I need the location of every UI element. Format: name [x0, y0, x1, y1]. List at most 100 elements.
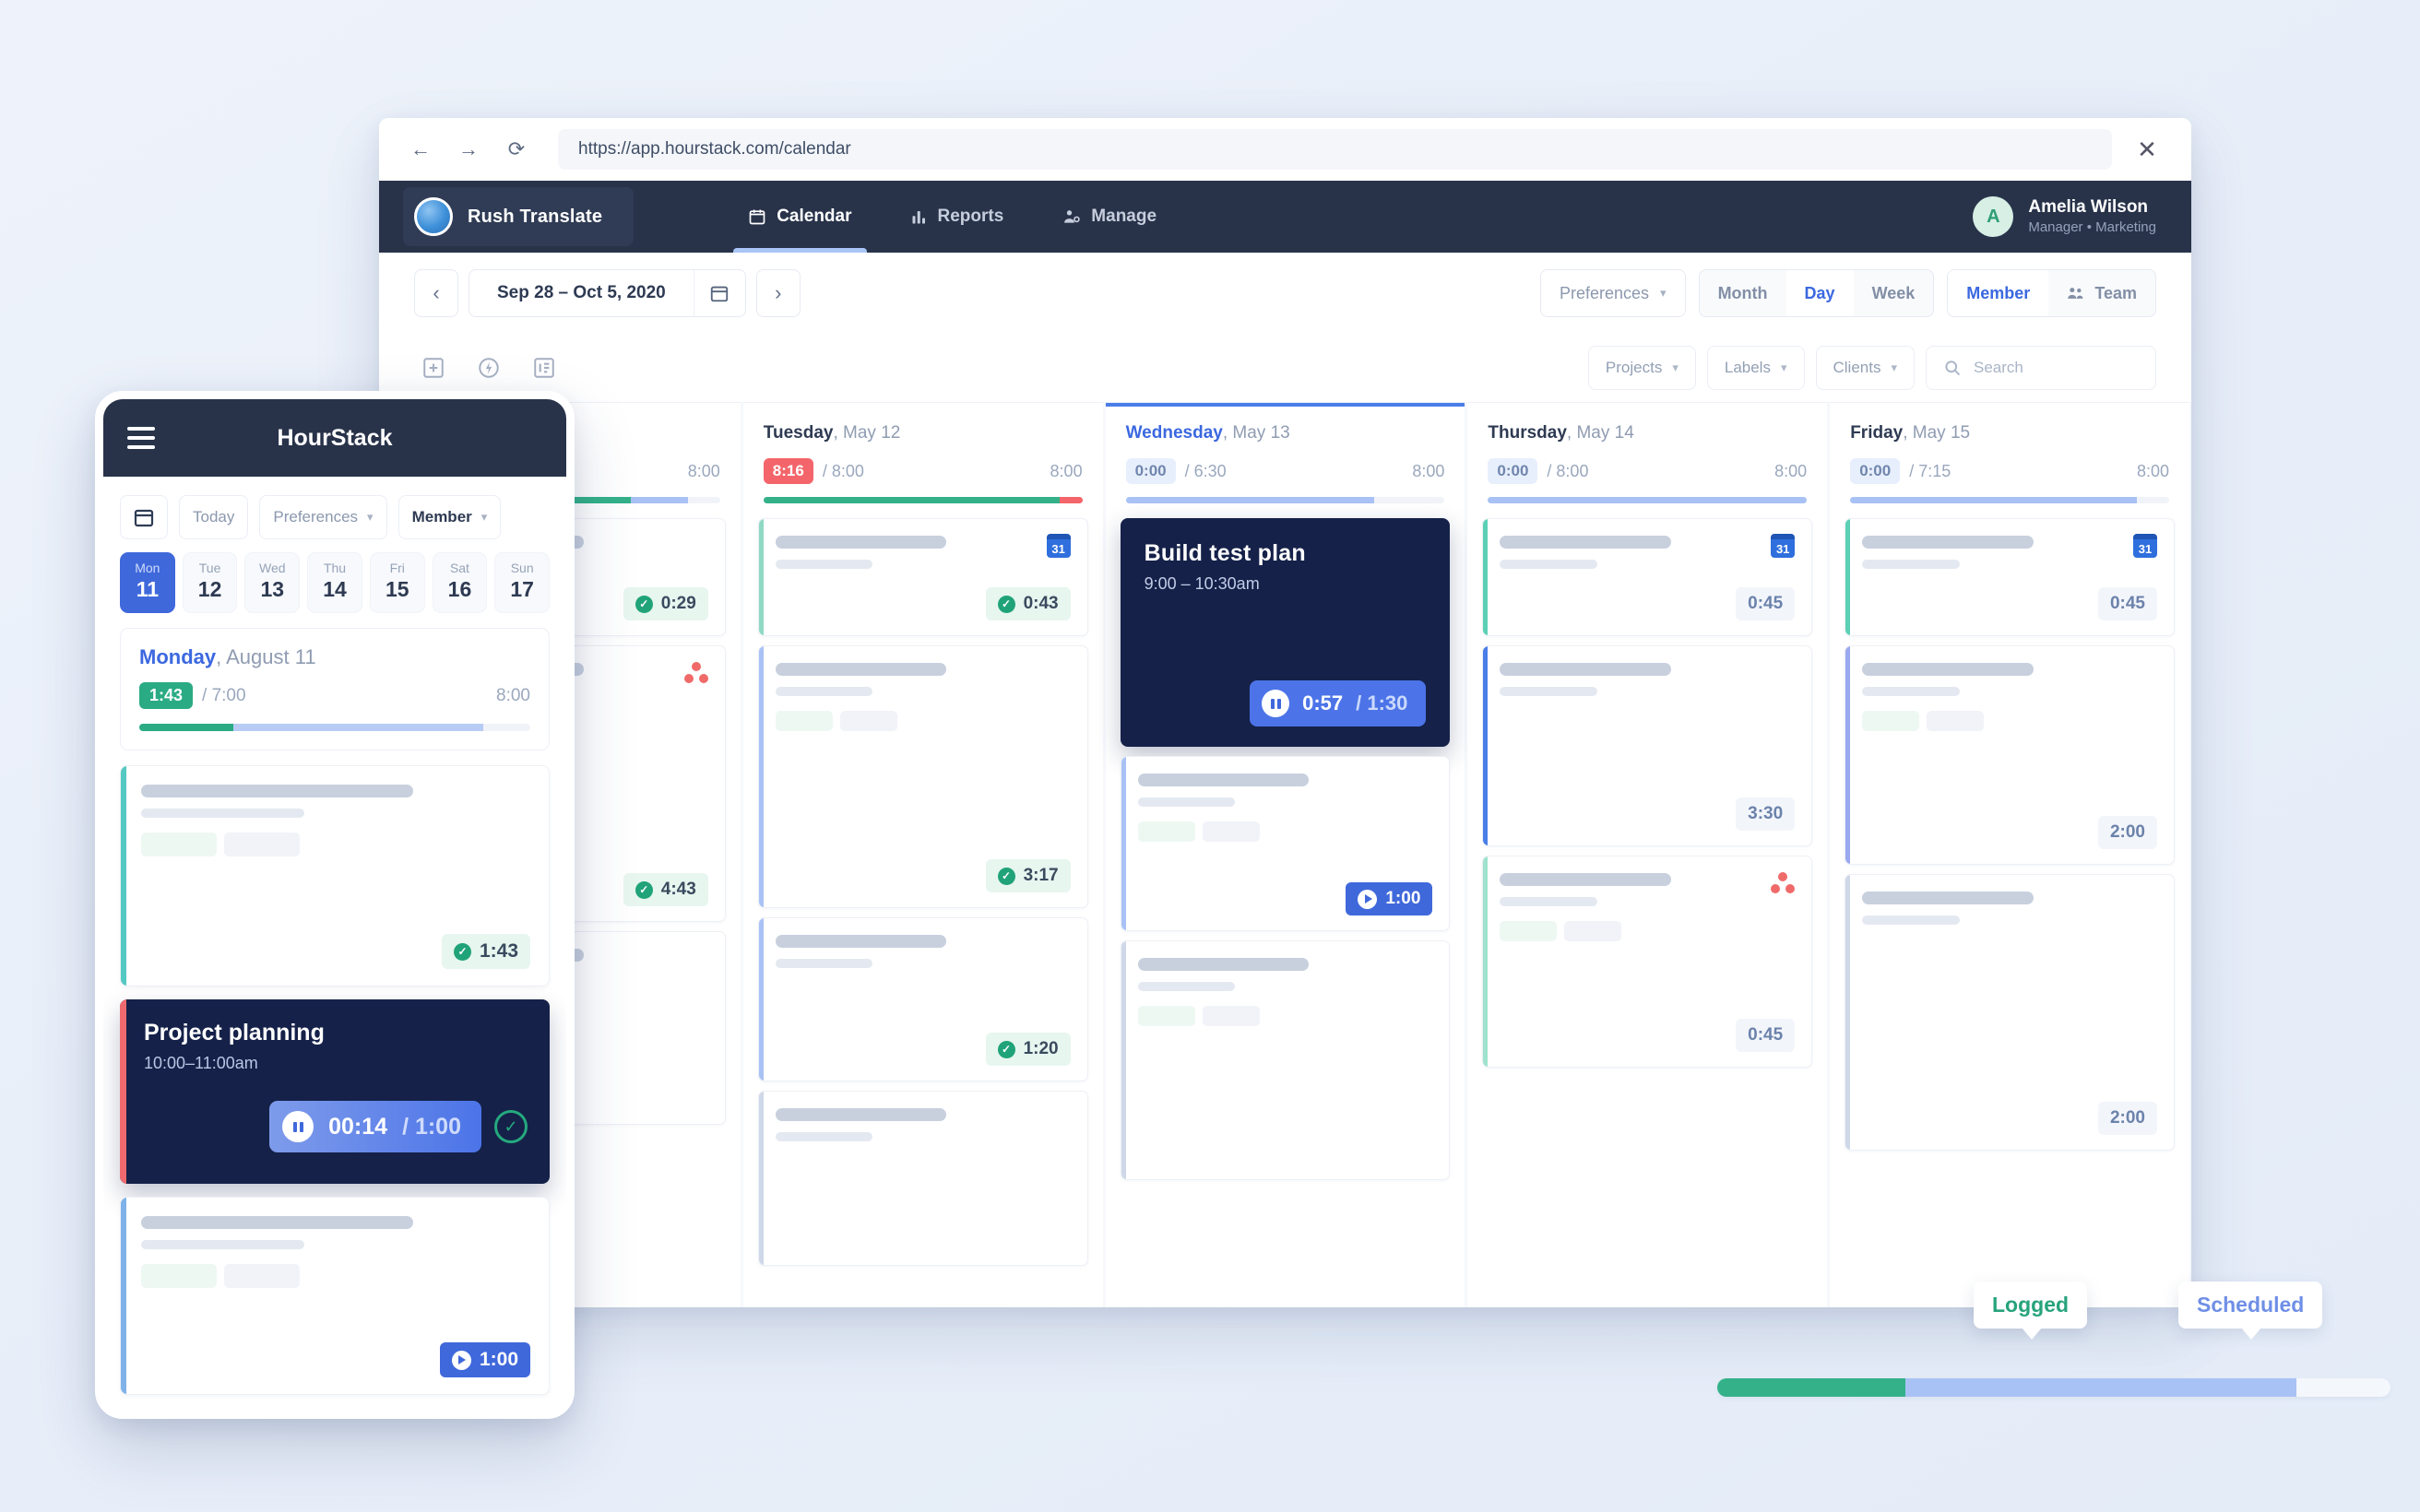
- task-card[interactable]: [1120, 940, 1451, 1180]
- tab-manage[interactable]: Manage: [1033, 181, 1186, 253]
- mobile-task-card[interactable]: ✓ 1:43: [120, 765, 550, 986]
- day-number: 13: [260, 577, 285, 601]
- task-card[interactable]: 0:45: [1482, 856, 1813, 1068]
- task-card[interactable]: 3:30: [1482, 645, 1813, 846]
- mobile-summary-title: Monday, August 11: [139, 645, 530, 669]
- day-number: 14: [323, 577, 347, 601]
- view-month-button[interactable]: Month: [1700, 270, 1786, 316]
- tab-reports[interactable]: Reports: [882, 181, 1034, 253]
- legend-scheduled-segment: [1905, 1378, 2296, 1397]
- brand-block[interactable]: Rush Translate: [403, 187, 635, 246]
- date-picker-icon[interactable]: [693, 270, 745, 316]
- task-card[interactable]: 31 0:45: [1482, 518, 1813, 636]
- team-icon: [2067, 286, 2085, 301]
- mobile-today-button[interactable]: Today: [179, 495, 249, 539]
- lightning-circle-icon[interactable]: [469, 348, 508, 387]
- legend-progress-bar: [1717, 1378, 2390, 1397]
- mobile-calendar-icon[interactable]: [120, 495, 168, 539]
- mobile-day-mon[interactable]: Mon 11: [120, 552, 175, 613]
- filter-projects[interactable]: Projects ▾: [1587, 346, 1696, 390]
- scope-team-button[interactable]: Team: [2048, 270, 2155, 316]
- mobile-summary-stats: 1:43 / 7:00 8:00: [139, 682, 530, 709]
- event-title: Build test plan: [1144, 540, 1306, 566]
- mobile-task-card[interactable]: 1:00: [120, 1197, 550, 1395]
- next-period-button[interactable]: ›: [755, 269, 801, 317]
- check-icon: ✓: [635, 595, 653, 613]
- event-timer-button[interactable]: 0:57 / 1:30: [1250, 680, 1427, 726]
- mobile-day-summary: Monday, August 11 1:43 / 7:00 8:00: [120, 628, 550, 750]
- chevron-down-icon: ▾: [1672, 360, 1679, 374]
- back-icon[interactable]: ←: [405, 134, 436, 165]
- logged-chip: 0:00: [1125, 458, 1176, 484]
- skeleton-title: [775, 663, 947, 676]
- logged-badge: ✓ 0:43: [985, 587, 1071, 620]
- day-stats: 0:00 / 7:15 8:00: [1850, 458, 2169, 484]
- skeleton-subtitle: [1862, 560, 1960, 569]
- mobile-preferences-dropdown[interactable]: Preferences ▾: [259, 495, 387, 539]
- day-progress-bar: [1488, 497, 1808, 503]
- check-circle-icon[interactable]: ✓: [494, 1110, 528, 1143]
- asana-icon: [1771, 872, 1796, 893]
- active-event-card[interactable]: Build test plan 9:00 – 10:30am 0:57 / 1:…: [1120, 518, 1451, 747]
- mobile-day-sun[interactable]: Sun 17: [494, 552, 551, 613]
- mobile-member-dropdown[interactable]: Member ▾: [397, 495, 502, 539]
- google-calendar-31-icon: 31: [2132, 534, 2157, 558]
- mobile-day-tue[interactable]: Tue 12: [182, 552, 238, 613]
- day-progress-bar: [1850, 497, 2169, 503]
- day-name: Mon: [135, 561, 160, 575]
- task-card[interactable]: ✓ 3:17: [757, 645, 1088, 908]
- task-card[interactable]: 2:00: [1845, 874, 2175, 1151]
- day-number: 11: [136, 577, 160, 601]
- mobile-running-badge[interactable]: 1:00: [439, 1342, 530, 1377]
- add-square-icon[interactable]: [414, 348, 453, 387]
- day-card-list-tuesday: 31 ✓ 0:43 ✓ 3:17 ✓ 1:20: [743, 503, 1103, 1266]
- mobile-event-timer-button[interactable]: 00:14 / 1:00: [269, 1101, 481, 1152]
- logged-chip: 0:00: [1488, 458, 1538, 484]
- report-layout-icon[interactable]: [525, 348, 563, 387]
- day-weekday: Tuesday: [763, 423, 834, 443]
- task-card[interactable]: 2:00: [1845, 645, 2175, 865]
- filter-clients[interactable]: Clients ▾: [1815, 346, 1915, 390]
- mobile-day-sat[interactable]: Sat 16: [432, 552, 488, 613]
- skeleton-title: [1137, 774, 1310, 786]
- task-card[interactable]: 1:00: [1120, 756, 1451, 931]
- calendar-icon: [748, 207, 766, 226]
- task-card[interactable]: [757, 1091, 1088, 1266]
- mobile-active-event-card[interactable]: Project planning 10:00–11:00am 00:14 / 1…: [120, 999, 550, 1184]
- skeleton-subtitle: [1137, 982, 1236, 991]
- mobile-day-wed[interactable]: Wed 13: [244, 552, 301, 613]
- asana-icon: [683, 662, 708, 683]
- task-card[interactable]: 31 ✓ 0:43: [757, 518, 1088, 636]
- task-card[interactable]: ✓ 1:20: [757, 917, 1088, 1081]
- scope-team-label: Team: [2094, 283, 2137, 302]
- view-day-button[interactable]: Day: [1785, 270, 1854, 316]
- filter-labels-label: Labels: [1724, 359, 1771, 376]
- user-menu[interactable]: A Amelia Wilson Manager • Marketing: [1973, 196, 2169, 237]
- address-bar[interactable]: https://app.hourstack.com/calendar: [558, 129, 2112, 170]
- skeleton-subtitle: [1862, 915, 1960, 925]
- scope-member-button[interactable]: Member: [1948, 270, 2049, 316]
- mobile-card-list: ✓ 1:43 Project planning 10:00–11:00am 00:…: [103, 750, 566, 1395]
- view-week-button[interactable]: Week: [1854, 270, 1934, 316]
- prev-period-button[interactable]: ‹: [414, 269, 458, 317]
- close-icon[interactable]: ✕: [2129, 136, 2165, 164]
- task-card[interactable]: 31 0:45: [1845, 518, 2175, 636]
- mobile-logged-badge: ✓ 1:43: [441, 934, 530, 969]
- user-cog-icon: [1062, 207, 1081, 226]
- day-number: 16: [447, 577, 472, 601]
- mobile-day-thu[interactable]: Thu 14: [307, 552, 362, 613]
- mobile-day-fri[interactable]: Fri 15: [369, 552, 425, 613]
- filter-labels[interactable]: Labels ▾: [1706, 346, 1805, 390]
- hamburger-icon[interactable]: [127, 427, 155, 449]
- avatar: A: [1973, 196, 2014, 237]
- check-icon: ✓: [997, 1040, 1015, 1058]
- forward-icon[interactable]: →: [453, 134, 484, 165]
- preferences-dropdown[interactable]: Preferences ▾: [1539, 269, 1686, 317]
- day-card-list-wednesday: Build test plan 9:00 – 10:30am 0:57 / 1:…: [1106, 503, 1465, 1180]
- tab-calendar[interactable]: Calendar: [718, 181, 881, 253]
- reload-icon[interactable]: ⟳: [501, 134, 532, 165]
- skeleton-subtitle: [775, 687, 873, 696]
- running-timer-badge[interactable]: 1:00: [1346, 882, 1433, 915]
- search-input[interactable]: Search: [1926, 346, 2156, 390]
- date-range-field[interactable]: Sep 28 – Oct 5, 2020: [469, 269, 746, 317]
